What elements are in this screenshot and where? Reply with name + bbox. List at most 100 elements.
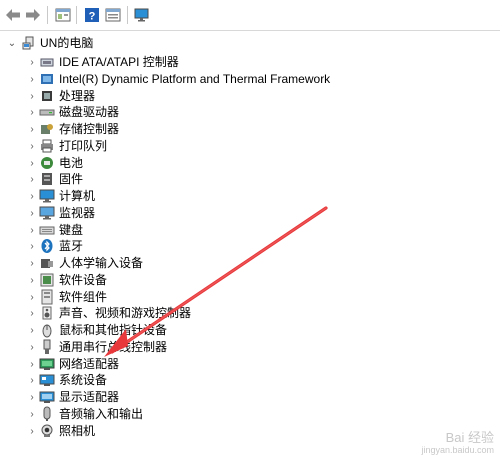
tree-item-label: 打印队列 [59, 138, 108, 153]
ide-controller-icon [39, 54, 55, 70]
chevron-right-icon[interactable]: › [27, 356, 37, 373]
tree-item[interactable]: › 声音、视频和游戏控制器 [0, 305, 500, 322]
tree-item-label: 显示适配器 [59, 390, 120, 404]
tree-item-label: 系统设备 [59, 373, 108, 388]
details-pane-icon[interactable] [104, 6, 122, 24]
tree-item[interactable]: › IDE ATA/ATAPI 控制器 [0, 54, 500, 71]
disk-drive-icon [39, 104, 55, 120]
usb-icon [39, 339, 55, 355]
storage-controller-icon [39, 121, 55, 137]
device-tree: ⌄ UN的电脑 › IDE ATA/ATAPI 控制器 › Intel(R) Dyna… [0, 31, 500, 461]
software-component-icon [39, 289, 55, 305]
watermark-brand: Bai 经验 [445, 430, 494, 445]
chevron-right-icon[interactable]: › [27, 305, 37, 322]
tree-item-label: 处理器 [59, 88, 96, 103]
tree-item[interactable]: › 人体学输入设备 [0, 255, 500, 272]
tree-item-label: 软件设备 [59, 272, 108, 287]
chevron-right-icon[interactable]: › [27, 205, 37, 222]
chevron-right-icon[interactable]: › [27, 255, 37, 272]
tree-item[interactable]: › 固件 [0, 171, 500, 188]
chevron-right-icon[interactable]: › [27, 88, 37, 105]
chevron-right-icon[interactable]: › [27, 423, 37, 440]
chevron-right-icon[interactable]: › [27, 322, 37, 339]
toolbar-separator [76, 6, 77, 24]
camera-icon [39, 423, 55, 439]
software-device-icon [39, 272, 55, 288]
tree-item[interactable]: › 处理器 [0, 88, 500, 105]
tree-item[interactable]: › 计算机 [0, 188, 500, 205]
tree-item[interactable]: › 显示适配器 [0, 389, 500, 406]
svg-text:?: ? [89, 11, 96, 23]
tree-item[interactable]: › 电池 [0, 155, 500, 172]
monitor-icon [39, 205, 55, 221]
tree-item[interactable]: › 鼠标和其他指针设备 [0, 322, 500, 339]
mouse-icon [39, 322, 55, 338]
tree-item[interactable]: › 系统设备 [0, 372, 500, 389]
system-device-icon [39, 372, 55, 388]
chevron-right-icon[interactable]: › [27, 222, 37, 239]
tree-item-label: 通用串行总线控制器 [59, 339, 168, 354]
chevron-right-icon[interactable]: › [27, 54, 37, 71]
help-icon[interactable]: ? [83, 6, 101, 24]
tree-item-label: 网络适配器 [59, 356, 120, 371]
chevron-right-icon[interactable]: › [27, 389, 37, 406]
tree-item-label: 监视器 [59, 205, 96, 220]
tree-item[interactable]: › 通用串行总线控制器 [0, 339, 500, 356]
tree-item[interactable]: › 网络适配器 [0, 356, 500, 373]
tree-item-label: 声音、视频和游戏控制器 [59, 306, 192, 321]
tree-root[interactable]: ⌄ UN的电脑 [0, 35, 500, 52]
monitor-scan-icon[interactable] [133, 6, 151, 24]
computer-icon [39, 188, 55, 204]
printer-icon [39, 138, 55, 154]
toolbar-separator [47, 6, 48, 24]
watermark-url: jingyan.baidu.com [421, 445, 494, 455]
tree-item[interactable]: › 键盘 [0, 222, 500, 239]
chevron-right-icon[interactable]: › [27, 339, 37, 356]
watermark: Bai 经验 jingyan.baidu.com [421, 431, 494, 457]
tree-item-label: 音频输入和输出 [59, 406, 144, 421]
chevron-right-icon[interactable]: › [27, 71, 37, 88]
properties-panel-icon[interactable] [54, 6, 72, 24]
tree-item-label: 固件 [59, 172, 84, 187]
hid-icon [39, 255, 55, 271]
tree-item[interactable]: › 磁盘驱动器 [0, 104, 500, 121]
chevron-down-icon[interactable]: ⌄ [7, 35, 17, 52]
audio-io-icon [39, 406, 55, 422]
chevron-right-icon[interactable]: › [27, 272, 37, 289]
tree-item[interactable]: › Intel(R) Dynamic Platform and Thermal F… [0, 71, 500, 88]
chevron-right-icon[interactable]: › [27, 372, 37, 389]
tree-item[interactable]: › 音频输入和输出 [0, 406, 500, 423]
tree-item[interactable]: › 软件设备 [0, 272, 500, 289]
display-adapter-icon [39, 389, 55, 405]
chevron-right-icon[interactable]: › [27, 121, 37, 138]
tree-item-label: 电池 [59, 155, 84, 170]
tree-item[interactable]: › 蓝牙 [0, 238, 500, 255]
processor-icon [39, 88, 55, 104]
computer-root-icon [21, 35, 37, 51]
chevron-right-icon[interactable]: › [27, 289, 37, 306]
tree-item-label: Intel(R) Dynamic Platform and Thermal Fr… [59, 71, 331, 86]
toolbar-separator [127, 6, 128, 24]
back-arrow-icon[interactable] [4, 6, 22, 24]
chevron-right-icon[interactable]: › [27, 188, 37, 205]
chevron-right-icon[interactable]: › [27, 171, 37, 188]
chevron-right-icon[interactable]: › [27, 104, 37, 121]
tree-root-label: UN的电脑 [40, 36, 94, 50]
battery-icon [39, 155, 55, 171]
tree-item-label: 软件组件 [59, 289, 108, 304]
chevron-right-icon[interactable]: › [27, 238, 37, 255]
intel-platform-icon [39, 71, 55, 87]
chevron-right-icon[interactable]: › [27, 155, 37, 172]
forward-arrow-icon[interactable] [24, 6, 42, 24]
chevron-right-icon[interactable]: › [27, 138, 37, 155]
tree-item[interactable]: › 监视器 [0, 205, 500, 222]
tree-item-label: 键盘 [59, 222, 84, 237]
tree-item-label: 磁盘驱动器 [59, 105, 120, 120]
chevron-right-icon[interactable]: › [27, 406, 37, 423]
sound-icon [39, 305, 55, 321]
tree-item[interactable]: › 存储控制器 [0, 121, 500, 138]
keyboard-icon [39, 222, 55, 238]
tree-item-label: 存储控制器 [59, 122, 120, 136]
tree-item[interactable]: › 打印队列 [0, 138, 500, 155]
tree-item[interactable]: › 软件组件 [0, 289, 500, 306]
